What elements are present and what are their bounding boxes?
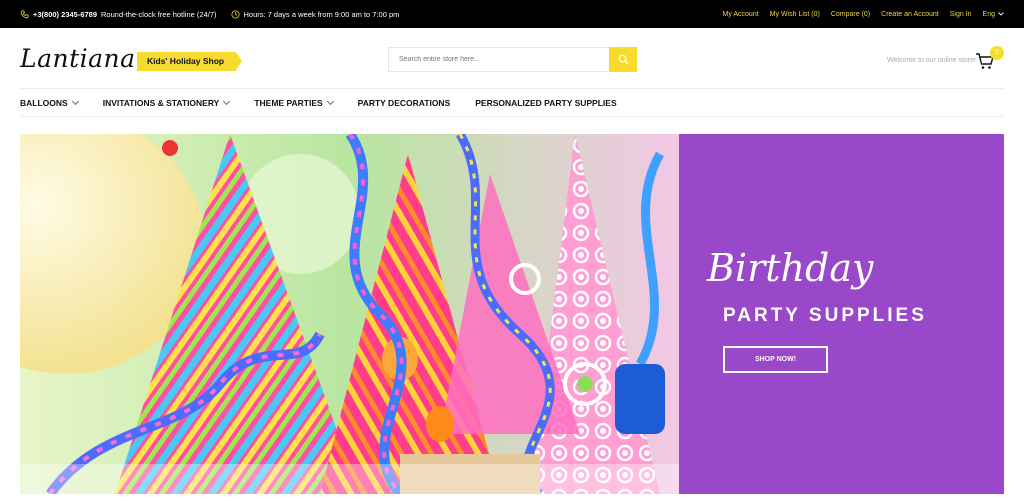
chevron-down-icon (326, 97, 334, 105)
chevron-down-icon (998, 12, 1004, 16)
top-bar-info: +3(800) 2345-6789 Round-the-clock free h… (20, 0, 399, 28)
wishlist-link[interactable]: My Wish List (0) (770, 11, 820, 18)
nav-item-label: Party Decorations (357, 97, 451, 108)
search-bar (388, 47, 637, 72)
nav-item-label: Balloons (20, 97, 68, 108)
banner-title: Birthday (707, 246, 874, 290)
language-label: Eng (982, 10, 995, 18)
shop-now-button[interactable]: SHOP NOW! (723, 346, 828, 373)
hours-text: Hours: 7 days a week from 9:00 am to 7:0… (243, 9, 400, 19)
search-icon (618, 54, 629, 65)
party-hats-image (20, 134, 679, 494)
sign-in-link[interactable]: Sign In (950, 11, 972, 18)
search-button[interactable] (609, 47, 637, 72)
top-bar: +3(800) 2345-6789 Round-the-clock free h… (0, 0, 1024, 28)
main-nav: Balloons Invitations & Stationery Theme … (20, 88, 1004, 117)
cart-count-badge: 0 (990, 46, 1004, 60)
nav-item-label: Invitations & Stationery (102, 97, 220, 108)
search-input[interactable] (389, 48, 610, 71)
nav-item-label: Theme Parties (254, 97, 323, 108)
my-account-link[interactable]: My Account (722, 11, 758, 18)
store-hours: Hours: 7 days a week from 9:00 am to 7:0… (230, 9, 400, 19)
language-selector[interactable]: Eng (983, 11, 1004, 18)
phone-number[interactable]: +3(800) 2345-6789 (33, 10, 97, 19)
banner-subtitle: PARTY SUPPLIES (723, 305, 927, 326)
tagline-badge: Kids' Holiday Shop (137, 52, 243, 71)
chevron-down-icon (223, 97, 231, 105)
welcome-message: Welcome to our online store! (887, 57, 976, 64)
chevron-down-icon (71, 97, 79, 105)
nav-item-invitations[interactable]: Invitations & Stationery (102, 97, 231, 108)
site-logo[interactable]: Lantiana (20, 44, 136, 73)
nav-item-theme-parties[interactable]: Theme Parties (254, 97, 334, 108)
nav-item-party-decorations[interactable]: Party Decorations (358, 98, 451, 108)
clock-icon (230, 9, 240, 19)
hotline-text: Round-the-clock free hotline (24/7) (101, 9, 217, 19)
compare-link[interactable]: Compare (0) (831, 11, 870, 18)
account-links: My Account My Wish List (0) Compare (0) … (722, 0, 1004, 28)
hotline: +3(800) 2345-6789 Round-the-clock free h… (20, 10, 217, 19)
nav-item-label: Personalized Party Supplies (475, 97, 617, 108)
nav-item-personalized-supplies[interactable]: Personalized Party Supplies (475, 98, 616, 108)
phone-icon (20, 9, 29, 19)
nav-item-balloons[interactable]: Balloons (20, 97, 79, 108)
create-account-link[interactable]: Create an Account (881, 11, 939, 18)
